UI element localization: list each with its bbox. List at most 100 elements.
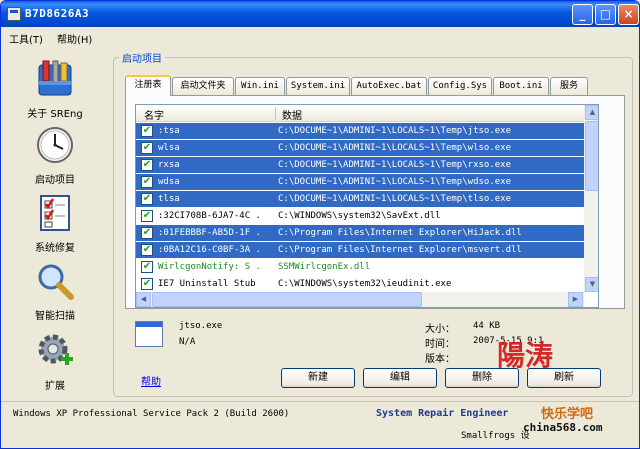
checkbox[interactable]: ✔ <box>141 210 153 222</box>
startup-list[interactable]: 名字 数据 ✔ :tsa C:\DOCUME~1\ADMINI~1\LOCALS… <box>135 104 599 308</box>
row-data: C:\DOCUME~1\ADMINI~1\LOCALS~1\Temp\wdso.… <box>278 177 511 187</box>
clock-icon <box>37 127 73 163</box>
table-row[interactable]: ✔ rxsa C:\DOCUME~1\ADMINI~1\LOCALS~1\Tem… <box>136 157 584 173</box>
sidebar-item-label: 智能扫描 <box>35 311 75 322</box>
checkbox[interactable]: ✔ <box>141 142 153 154</box>
row-data: C:\WINDOWS\system32\SavExt.dll <box>278 211 441 221</box>
checkbox[interactable]: ✔ <box>141 193 153 205</box>
table-row[interactable]: ✔ wdsa C:\DOCUME~1\ADMINI~1\LOCALS~1\Tem… <box>136 174 584 190</box>
title-bar[interactable]: B7D8626A3 _ □ × <box>1 1 639 27</box>
window-title: B7D8626A3 <box>25 7 90 20</box>
maximize-button[interactable]: □ <box>595 4 616 25</box>
sidebar: 关于 SREng 启动项目 系统修复 智能扫描 扩展 <box>3 49 107 399</box>
table-row[interactable]: ✔ WirlcgonNotify: S . SSMWirlcgonEx.dll <box>136 259 584 275</box>
app-name: System Repair Engineer <box>376 408 509 419</box>
app-icon <box>7 7 21 21</box>
watermark-url: china568.com <box>523 421 603 434</box>
size-value: 44 KB <box>473 321 501 331</box>
checkbox[interactable]: ✔ <box>141 278 153 290</box>
minimize-button[interactable]: _ <box>572 4 593 25</box>
watermark-title: 陽涛 <box>497 339 554 372</box>
list-header: 名字 数据 <box>136 105 584 122</box>
checkbox[interactable]: ✔ <box>141 244 153 256</box>
row-name: wlsa <box>158 143 180 153</box>
table-row[interactable]: ✔ wlsa C:\DOCUME~1\ADMINI~1\LOCALS~1\Tem… <box>136 140 584 156</box>
os-version: Windows XP Professional Service Pack 2 (… <box>13 409 290 419</box>
site-watermark: 陽涛 快乐学吧 china568.com <box>497 339 637 447</box>
row-data: C:\Program Files\Internet Explorer\msver… <box>278 245 522 255</box>
row-data: C:\DOCUME~1\ADMINI~1\LOCALS~1\Temp\jtso.… <box>278 126 511 136</box>
row-data: C:\Program Files\Internet Explorer\HiJac… <box>278 228 522 238</box>
row-data: C:\DOCUME~1\ADMINI~1\LOCALS~1\Temp\wlso.… <box>278 143 511 153</box>
sidebar-item-label: 扩展 <box>45 381 65 392</box>
row-name: :tsa <box>158 126 180 136</box>
table-row[interactable]: ✔ :tsa C:\DOCUME~1\ADMINI~1\LOCALS~1\Tem… <box>136 123 584 139</box>
sidebar-item-scan[interactable]: 智能扫描 <box>3 257 107 323</box>
row-name: wdsa <box>158 177 180 187</box>
new-button[interactable]: 新建 <box>281 368 355 388</box>
checkbox[interactable]: ✔ <box>141 125 153 137</box>
column-header-data[interactable]: 数据 <box>282 107 302 122</box>
help-link[interactable]: 帮助 <box>141 373 161 388</box>
tab-win-ini[interactable]: Win.ini <box>235 77 285 95</box>
version-label: 版本： <box>425 354 455 365</box>
sidebar-item-startup[interactable]: 启动项目 <box>3 121 107 187</box>
tab-config-sys[interactable]: Config.Sys <box>428 77 492 95</box>
table-row[interactable]: ✔ :0BA12C16-C0BF-3A . C:\Program Files\I… <box>136 242 584 258</box>
column-header-name[interactable]: 名字 <box>144 107 164 122</box>
menu-bar: 工具(T) 帮助(H) <box>1 27 639 47</box>
row-name: :0BA12C16-C0BF-3A . <box>158 245 261 255</box>
row-data: C:\DOCUME~1\ADMINI~1\LOCALS~1\Temp\rxso.… <box>278 160 511 170</box>
file-name: jtso.exe <box>179 321 223 331</box>
row-data: SSMWirlcgonEx.dll <box>278 262 371 272</box>
tab-services[interactable]: 服务 <box>550 77 588 95</box>
sidebar-item-repair[interactable]: 系统修复 <box>3 189 107 255</box>
sidebar-item-label: 启动项目 <box>35 175 75 186</box>
gear-plus-icon <box>38 334 73 365</box>
row-name: tlsa <box>158 194 180 204</box>
time-label: 时间： <box>425 339 455 350</box>
scroll-left-icon[interactable]: ◀ <box>136 292 151 307</box>
tab-boot-ini[interactable]: Boot.ini <box>493 77 549 95</box>
close-button[interactable]: × <box>618 4 639 25</box>
checklist-icon <box>40 195 70 231</box>
magnifier-icon <box>38 264 74 300</box>
tab-startup-folder[interactable]: 启动文件夹 <box>172 77 234 95</box>
row-data: C:\DOCUME~1\ADMINI~1\LOCALS~1\Temp\tlso.… <box>278 194 511 204</box>
watermark-slogan: 快乐学吧 <box>541 407 594 422</box>
tab-system-ini[interactable]: System.ini <box>286 77 350 95</box>
main-window: B7D8626A3 _ □ × 工具(T) 帮助(H) 关于 SREng 启动项… <box>0 0 640 449</box>
row-data: C:\WINDOWS\system32\ieudinit.exe <box>278 279 452 289</box>
sidebar-item-label: 关于 SREng <box>27 109 83 120</box>
checkbox[interactable]: ✔ <box>141 261 153 273</box>
scroll-up-icon[interactable]: ▲ <box>585 105 598 120</box>
row-name: IE7 Uninstall Stub <box>158 279 256 289</box>
horizontal-scrollbar[interactable]: ◀ ▶ <box>136 292 584 307</box>
tab-registry[interactable]: 注册表 <box>125 75 171 96</box>
column-divider[interactable] <box>275 107 276 120</box>
menu-tools[interactable]: 工具(T) <box>9 31 43 46</box>
scroll-thumb[interactable] <box>585 121 598 191</box>
file-window-icon <box>135 321 163 347</box>
tab-autoexec-bat[interactable]: AutoExec.bat <box>351 77 427 95</box>
row-name: :01FEBBBF-AB5D-1F . <box>158 228 261 238</box>
scroll-down-icon[interactable]: ▼ <box>585 277 598 292</box>
sidebar-item-about[interactable]: 关于 SREng <box>3 55 107 121</box>
toolbox-icon <box>38 60 72 96</box>
sidebar-item-label: 系统修复 <box>35 243 75 254</box>
table-row[interactable]: ✔ tlsa C:\DOCUME~1\ADMINI~1\LOCALS~1\Tem… <box>136 191 584 207</box>
sidebar-item-extend[interactable]: 扩展 <box>3 327 107 393</box>
scroll-thumb[interactable] <box>152 292 422 307</box>
table-row[interactable]: ✔ IE7 Uninstall Stub C:\WINDOWS\system32… <box>136 276 584 292</box>
table-row[interactable]: ✔ :32CI708B-6JA7-4C . C:\WINDOWS\system3… <box>136 208 584 224</box>
table-row[interactable]: ✔ :01FEBBBF-AB5D-1F . C:\Program Files\I… <box>136 225 584 241</box>
file-company: N/A <box>179 337 196 347</box>
size-label: 大小： <box>425 324 455 335</box>
menu-help[interactable]: 帮助(H) <box>57 31 92 46</box>
edit-button[interactable]: 编辑 <box>363 368 437 388</box>
checkbox[interactable]: ✔ <box>141 176 153 188</box>
vertical-scrollbar[interactable]: ▲ ▼ <box>584 105 598 292</box>
checkbox[interactable]: ✔ <box>141 159 153 171</box>
scroll-right-icon[interactable]: ▶ <box>568 292 583 307</box>
checkbox[interactable]: ✔ <box>141 227 153 239</box>
